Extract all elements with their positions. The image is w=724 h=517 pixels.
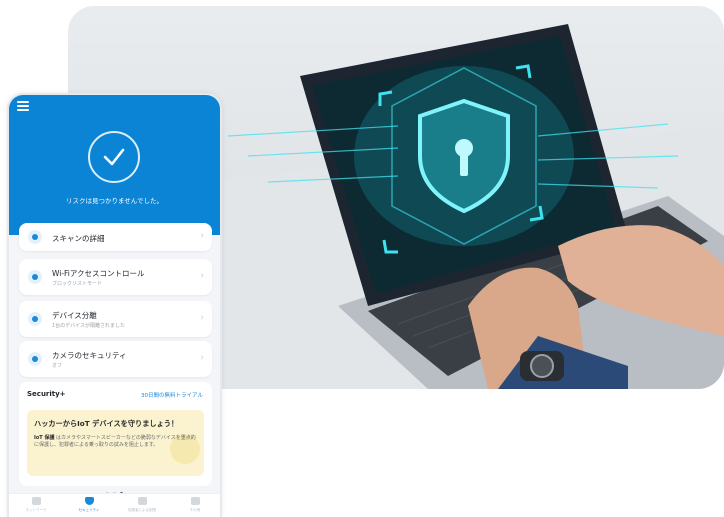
free-trial-link[interactable]: 30日間の無料トライアル [141,391,203,399]
tab-parental-controls[interactable]: 保護者による制限 [117,497,167,513]
row-title: カメラのセキュリティ [52,351,127,360]
wifi-users-icon [28,270,42,284]
row-subtitle: オフ [52,363,63,369]
hamburger-menu-icon[interactable] [17,101,29,111]
security-plus-title: Security+ [27,390,66,398]
chevron-right-icon: › [200,271,204,281]
tab-label: ネットワーク [25,508,47,512]
chevron-right-icon: › [200,313,204,323]
tab-security[interactable]: セキュリティ [64,497,114,513]
promo-body: IoT 保護 はカメラやスマートスピーカーなどの脆弱なデバイスを重点的に保護し、… [34,435,199,449]
shield-icon [84,497,94,505]
row-wifi-access-control[interactable]: Wi-Fiアクセスコントロール ブロックリストモード › [19,259,212,295]
promo-text: はカメラやスマートスピーカーなどの脆弱なデバイスを重点的に保護し、犯罪者による乗… [34,435,196,448]
chevron-right-icon: › [200,353,204,363]
promo-bold: IoT 保護 [34,435,55,441]
status-header: リスクは見つかりませんでした。 [9,95,220,235]
tab-label: 保護者による制限 [128,508,156,512]
checkmark-icon [88,131,140,183]
promo-title: ハッカーからIoT デバイスを守りましょう！ [34,419,179,428]
security-plus-card: Security+ 30日間の無料トライアル ハッカーからIoT デバイスを守り… [19,382,212,486]
phone-app-screen: リスクは見つかりませんでした。 スキャンの詳細 › Wi-Fiアクセスコントロー… [7,93,222,517]
more-icon [190,497,200,505]
row-title: Wi-Fiアクセスコントロール [52,269,145,278]
row-title: スキャンの詳細 [52,234,105,243]
tab-label: セキュリティ [78,508,100,512]
iot-promo-banner[interactable]: ハッカーからIoT デバイスを守りましょう！ IoT 保護 はカメラやスマートス… [27,410,204,476]
row-scan-details[interactable]: スキャンの詳細 › [19,223,212,251]
row-device-isolation[interactable]: デバイス分離 1台のデバイスが隔離されました › [19,301,212,337]
tab-more[interactable]: その他 [170,497,220,513]
chevron-right-icon: › [200,231,204,241]
status-text: リスクは見つかりませんでした。 [66,197,163,205]
tab-network[interactable]: ネットワーク [11,497,61,513]
device-isolation-icon [28,312,42,326]
row-subtitle: 1台のデバイスが隔離されました [52,323,126,329]
row-subtitle: ブロックリストモード [52,281,103,287]
row-camera-security[interactable]: カメラのセキュリティ オフ › [19,341,212,377]
tab-label: その他 [189,508,201,512]
camera-security-icon [28,352,42,366]
parental-icon [137,497,147,505]
bottom-tab-bar: ネットワーク セキュリティ 保護者による制限 その他 [9,493,220,517]
row-title: デバイス分離 [52,311,97,320]
network-icon [31,497,41,505]
scan-icon [28,230,42,244]
